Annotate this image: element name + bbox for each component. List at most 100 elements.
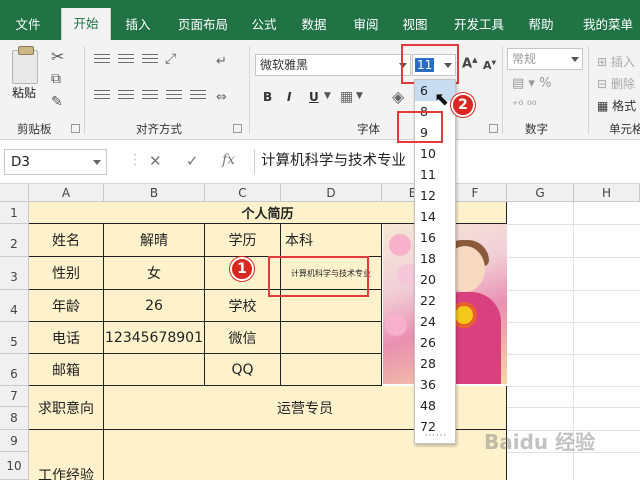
column-header-g[interactable]: G: [507, 184, 574, 202]
font-size-option[interactable]: 20: [415, 269, 455, 290]
font-size-option[interactable]: 22: [415, 290, 455, 311]
gender-label-cell[interactable]: 性别: [29, 257, 104, 290]
font-size-option[interactable]: 16: [415, 227, 455, 248]
clipboard-launcher-icon[interactable]: [71, 124, 80, 133]
row-header-5[interactable]: 5: [0, 322, 29, 354]
font-launcher-icon[interactable]: [489, 124, 498, 133]
tab-developer[interactable]: 开发工具: [449, 10, 509, 40]
align-top-icon[interactable]: [94, 54, 110, 66]
email-label-cell[interactable]: 邮箱: [29, 354, 104, 386]
paste-icon[interactable]: [12, 46, 38, 84]
paste-button-label[interactable]: 粘贴: [12, 84, 36, 101]
work-exp-label-cell[interactable]: 工作经验: [29, 430, 104, 480]
italic-button[interactable]: I: [287, 90, 291, 104]
increase-font-icon[interactable]: A▲: [462, 56, 477, 71]
copy-icon[interactable]: ⧉: [51, 71, 61, 87]
font-size-option[interactable]: 14: [415, 206, 455, 227]
tab-my-menu[interactable]: 我的菜单: [576, 10, 640, 40]
gender-value-cell[interactable]: 女: [104, 257, 205, 290]
tab-review[interactable]: 审阅: [347, 10, 385, 40]
wechat-value-cell[interactable]: [281, 322, 382, 354]
merge-center-icon[interactable]: ⇔: [216, 90, 227, 105]
age-label-cell[interactable]: 年龄: [29, 290, 104, 322]
underline-button[interactable]: U: [309, 90, 319, 104]
insert-function-icon[interactable]: fx: [222, 152, 235, 168]
row-header-7[interactable]: 7: [0, 386, 29, 407]
decrease-font-icon[interactable]: A▼: [483, 59, 496, 72]
fill-color-icon[interactable]: ◈: [392, 87, 404, 106]
format-cells-button[interactable]: ▦ 格式: [597, 97, 636, 114]
name-label-cell[interactable]: 姓名: [29, 224, 104, 257]
tab-data[interactable]: 数据: [295, 10, 333, 40]
chevron-down-icon[interactable]: ▼: [324, 91, 331, 101]
column-header-c[interactable]: C: [205, 184, 281, 202]
number-format-combo[interactable]: 常规: [507, 48, 583, 70]
align-bottom-icon[interactable]: [142, 54, 158, 66]
column-header-b[interactable]: B: [104, 184, 205, 202]
tab-help[interactable]: 帮助: [523, 10, 559, 40]
align-right-icon[interactable]: [142, 90, 158, 102]
education-label-cell[interactable]: 学历: [205, 224, 281, 257]
cancel-icon[interactable]: ✕: [149, 152, 162, 170]
row-header-2[interactable]: 2: [0, 224, 29, 257]
email-value-cell[interactable]: [104, 354, 205, 386]
alignment-launcher-icon[interactable]: [233, 124, 242, 133]
qq-label-cell[interactable]: QQ: [205, 354, 281, 386]
font-size-option[interactable]: 28: [415, 353, 455, 374]
chevron-down-icon[interactable]: ▼: [356, 91, 363, 101]
font-size-option[interactable]: 26: [415, 332, 455, 353]
bold-button[interactable]: B: [263, 90, 272, 104]
wechat-label-cell[interactable]: 微信: [205, 322, 281, 354]
align-left-icon[interactable]: [94, 90, 110, 102]
education-value-cell[interactable]: 本科: [281, 224, 382, 257]
row-header-9[interactable]: 9: [0, 430, 29, 452]
phone-label-cell[interactable]: 电话: [29, 322, 104, 354]
phone-value-cell[interactable]: 12345678901: [104, 322, 205, 354]
row-header-1[interactable]: 1: [0, 202, 29, 224]
enter-icon[interactable]: ✓: [186, 152, 199, 170]
tab-page-layout[interactable]: 页面布局: [170, 10, 236, 40]
delete-cells-button[interactable]: ⊟ 删除: [597, 75, 635, 92]
name-box[interactable]: D3: [4, 149, 107, 175]
row-header-8[interactable]: 8: [0, 407, 29, 430]
job-intent-label-cell[interactable]: 求职意向: [29, 386, 104, 430]
tab-home[interactable]: 开始: [61, 8, 111, 40]
wrap-text-icon[interactable]: ↵: [216, 54, 227, 69]
border-icon[interactable]: ▦: [340, 89, 353, 105]
decimal-icon[interactable]: ⁺⁰ ⁰⁰: [512, 98, 537, 112]
font-size-option[interactable]: 24: [415, 311, 455, 332]
gridline: [507, 407, 640, 408]
row-header-6[interactable]: 6: [0, 354, 29, 386]
row-header-3[interactable]: 3: [0, 257, 29, 290]
column-header-h[interactable]: H: [574, 184, 640, 202]
cut-icon[interactable]: ✂: [51, 47, 64, 66]
font-size-option[interactable]: 10: [415, 143, 455, 164]
font-size-option[interactable]: 11: [415, 164, 455, 185]
font-size-option[interactable]: 12: [415, 185, 455, 206]
insert-cells-button[interactable]: ⊞ 插入: [597, 53, 635, 70]
decrease-indent-icon[interactable]: [166, 90, 182, 102]
font-name-combo[interactable]: 微软雅黑: [255, 54, 411, 76]
currency-icon[interactable]: ▤ ▾ %: [512, 76, 551, 91]
row-header-10[interactable]: 10: [0, 452, 29, 480]
tab-insert[interactable]: 插入: [118, 10, 158, 40]
font-size-option[interactable]: 36: [415, 374, 455, 395]
font-size-option[interactable]: 18: [415, 248, 455, 269]
name-value-cell[interactable]: 解晴: [104, 224, 205, 257]
age-value-cell[interactable]: 26: [104, 290, 205, 322]
format-painter-icon[interactable]: ✎: [51, 94, 63, 110]
dropdown-resize-grip[interactable]: ⋯⋯: [425, 430, 447, 441]
select-all-corner[interactable]: [0, 184, 29, 202]
qq-value-cell[interactable]: [281, 354, 382, 386]
tab-view[interactable]: 视图: [397, 10, 433, 40]
font-size-option[interactable]: 48: [415, 395, 455, 416]
align-middle-icon[interactable]: [118, 54, 134, 66]
align-center-icon[interactable]: [118, 90, 134, 102]
column-header-d[interactable]: D: [281, 184, 382, 202]
row-header-4[interactable]: 4: [0, 290, 29, 322]
tab-formulas[interactable]: 公式: [246, 10, 282, 40]
tab-file[interactable]: 文件: [8, 10, 48, 40]
increase-indent-icon[interactable]: [190, 90, 206, 102]
orientation-icon[interactable]: ⤢: [165, 51, 176, 67]
column-header-a[interactable]: A: [29, 184, 104, 202]
